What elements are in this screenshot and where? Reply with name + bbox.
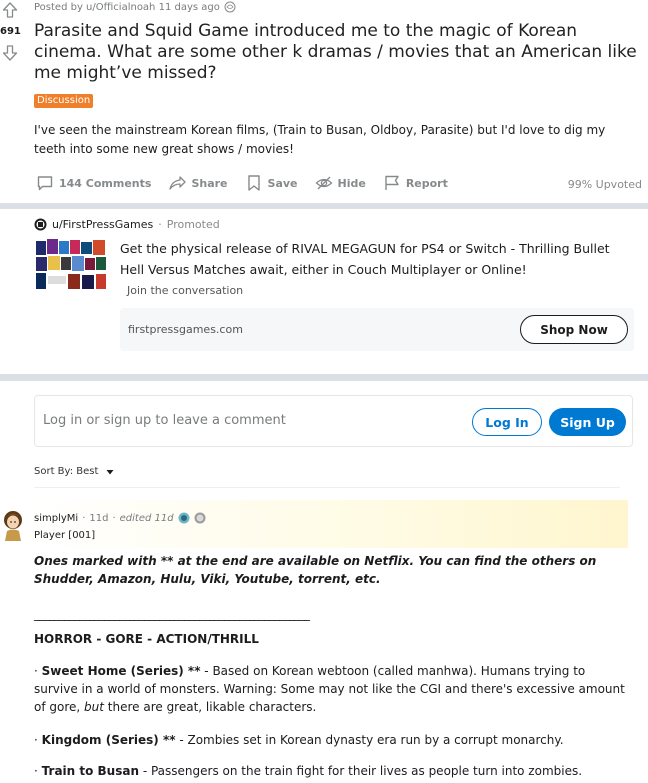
meta-separator: · bbox=[82, 512, 86, 524]
log-in-button[interactable]: Log In bbox=[472, 408, 542, 436]
promo-separator: · bbox=[158, 218, 162, 231]
report-label: Report bbox=[405, 176, 448, 190]
arrow-down-icon[interactable] bbox=[2, 45, 18, 61]
list-item-tail: there are great, likable characters. bbox=[103, 700, 317, 714]
comment-login-box: Log in or sign up to leave a comment Log… bbox=[34, 395, 633, 447]
login-prompt: Log in or sign up to leave a comment bbox=[43, 413, 286, 428]
post-meta-text: Posted by u/Officialnoah 11 days ago bbox=[34, 1, 220, 13]
advertiser-avatar-icon[interactable] bbox=[34, 218, 47, 231]
hide-label: Hide bbox=[337, 176, 366, 190]
eye-slash-icon bbox=[315, 176, 332, 190]
comments-label: 144 Comments bbox=[59, 176, 152, 190]
comment-edited: edited 11d bbox=[119, 512, 174, 524]
comment-author[interactable]: simplyMi bbox=[34, 513, 78, 524]
comment-intro: Ones marked with ** at the end are avail… bbox=[34, 554, 597, 586]
save-button[interactable]: Save bbox=[245, 174, 298, 192]
caret-down-icon bbox=[106, 469, 114, 474]
comment-meta: simplyMi · 11d · edited 11d bbox=[34, 512, 206, 524]
comment-heading: HORROR - GORE - ACTION/THRILL bbox=[34, 632, 259, 646]
sort-dropdown[interactable]: Sort By: Best bbox=[34, 466, 115, 477]
comment-rule: ________________________________________… bbox=[34, 607, 310, 621]
comment-age[interactable]: 11d bbox=[89, 513, 108, 524]
list-bullet: · bbox=[34, 664, 38, 678]
bookmark-icon bbox=[247, 175, 260, 191]
share-label: Share bbox=[191, 176, 228, 190]
list-item: · Train to Busan - Passengers on the tra… bbox=[34, 762, 630, 780]
user-flair: Player [001] bbox=[34, 530, 96, 541]
hide-button[interactable]: Hide bbox=[315, 174, 366, 192]
promo-link-bar[interactable]: firstpressgames.com Shop Now bbox=[120, 308, 634, 351]
comments-button[interactable]: 144 Comments bbox=[36, 174, 151, 192]
list-item-title: Sweet Home (Series) ** bbox=[41, 664, 201, 678]
advertiser-name[interactable]: u/FirstPressGames bbox=[52, 218, 153, 231]
post-actions: 144 Comments Share Save Hide Report bbox=[36, 174, 465, 192]
save-label: Save bbox=[267, 176, 298, 190]
promo-domain[interactable]: firstpressgames.com bbox=[128, 323, 243, 336]
list-bullet: · bbox=[34, 764, 38, 778]
sort-divider bbox=[34, 487, 620, 488]
promo-thumbnail[interactable] bbox=[34, 238, 108, 292]
list-bullet: · bbox=[34, 733, 38, 747]
silver-award-icon[interactable] bbox=[194, 512, 206, 524]
meta-separator: · bbox=[112, 512, 116, 524]
comment-highlight bbox=[28, 500, 628, 548]
post-meta: Posted by u/Officialnoah 11 days ago bbox=[34, 1, 236, 13]
flag-icon bbox=[385, 175, 399, 190]
arrow-up-icon[interactable] bbox=[2, 2, 18, 18]
list-item-title: Kingdom (Series) ** bbox=[41, 733, 176, 747]
list-item: · Sweet Home (Series) ** - Based on Kore… bbox=[34, 662, 630, 716]
share-icon bbox=[169, 176, 187, 190]
sign-up-button[interactable]: Sign Up bbox=[549, 408, 626, 436]
sort-label: Sort By: Best bbox=[34, 466, 99, 477]
shop-now-button[interactable]: Shop Now bbox=[520, 315, 628, 344]
join-conversation-link[interactable]: Join the conversation bbox=[127, 284, 243, 297]
avatar[interactable] bbox=[2, 509, 24, 541]
list-item-text: - Zombies set in Korean dynasty era run … bbox=[175, 733, 564, 747]
list-item-title: Train to Busan bbox=[41, 764, 140, 778]
promo-text[interactable]: Get the physical release of RIVAL MEGAGU… bbox=[120, 238, 630, 280]
list-item: · Kingdom (Series) ** - Zombies set in K… bbox=[34, 731, 630, 749]
vote-score: 691 bbox=[0, 26, 21, 37]
section-divider bbox=[0, 374, 648, 381]
post-body: I've seen the mainstream Korean films, (… bbox=[34, 123, 606, 156]
post-flair[interactable]: Discussion bbox=[34, 94, 94, 108]
award-icon[interactable] bbox=[178, 512, 190, 524]
list-item-emphasis: but bbox=[84, 700, 104, 714]
comment-icon bbox=[37, 176, 53, 191]
post-title[interactable]: Parasite and Squid Game introduced me to… bbox=[34, 21, 644, 84]
share-button[interactable]: Share bbox=[168, 174, 228, 192]
promo-header: u/FirstPressGames · Promoted bbox=[34, 218, 220, 231]
awardee-icon bbox=[224, 1, 236, 13]
upvote-ratio: 99% Upvoted bbox=[567, 178, 642, 191]
promoted-label: Promoted bbox=[166, 218, 220, 231]
report-button[interactable]: Report bbox=[383, 174, 448, 192]
list-item-text: - Passengers on the train fight for thei… bbox=[139, 764, 583, 778]
section-divider bbox=[0, 203, 648, 209]
